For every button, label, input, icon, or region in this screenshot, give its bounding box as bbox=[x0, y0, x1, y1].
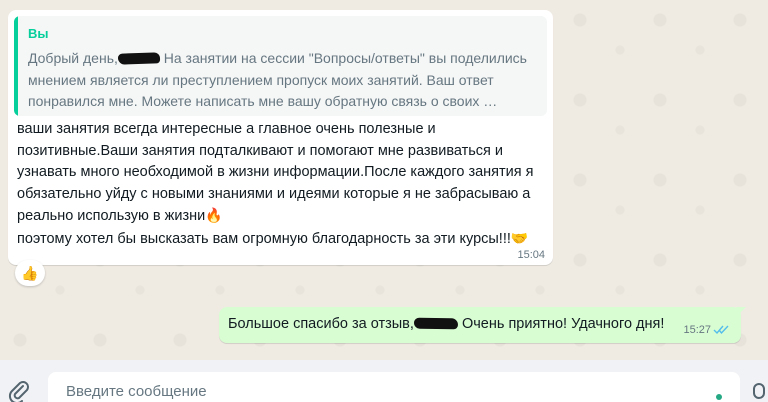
quote-text: Добрый день, На занятии на сессии "Вопро… bbox=[28, 48, 538, 113]
message-line: реально использую в жизни bbox=[17, 208, 206, 224]
message-line: узнавать много необходимой в жизни инфор… bbox=[17, 164, 534, 180]
message-line: позитивные.Ваши занятия подталкивают и п… bbox=[17, 142, 504, 159]
quote-author: Вы bbox=[28, 26, 49, 41]
quote-line-1-end: На занятии на сессии "Вопросы/ответы" вы… bbox=[159, 50, 527, 66]
paperclip-icon[interactable] bbox=[6, 378, 32, 402]
message-time: 15:04 bbox=[517, 249, 545, 261]
thumbs-up-icon: 👍 bbox=[21, 264, 39, 281]
incoming-message[interactable]: Вы Добрый день, На занятии на сессии "Во… bbox=[8, 10, 553, 265]
message-line: поэтому хотел бы высказать вам огромную … bbox=[17, 230, 511, 247]
outgoing-text: Большое спасибо за отзыв, Очень приятно!… bbox=[228, 316, 664, 332]
outgoing-text-start: Большое спасибо за отзыв, bbox=[228, 316, 414, 332]
message-line: ваши занятия всегда интересные а главное… bbox=[17, 121, 436, 137]
outgoing-message[interactable]: Большое спасибо за отзыв, Очень приятно!… bbox=[219, 307, 741, 343]
quote-line-1-start: Добрый день, bbox=[28, 50, 118, 66]
microphone-icon[interactable] bbox=[750, 378, 768, 402]
message-input-placeholder: Введите сообщение bbox=[66, 383, 207, 400]
message-body: ваши занятия всегда интересные а главное… bbox=[17, 119, 547, 250]
quote-line-3: понравился мне. Можете написать мне вашу… bbox=[28, 93, 498, 109]
quote-line-2: мнением является ли преступлением пропус… bbox=[28, 71, 494, 88]
message-time: 15:27 bbox=[683, 324, 711, 336]
message-input[interactable]: Введите сообщение bbox=[48, 372, 740, 402]
handshake-icon: 🤝 bbox=[510, 229, 529, 246]
fire-icon: 🔥 bbox=[205, 207, 223, 223]
bubble-tail bbox=[736, 307, 746, 317]
quote-accent-bar bbox=[14, 16, 18, 116]
quoted-message[interactable]: Вы Добрый день, На занятии на сессии "Во… bbox=[14, 16, 547, 116]
status-dot bbox=[716, 394, 722, 400]
redacted-name bbox=[117, 52, 161, 65]
message-line: обязательно уйду с новыми знаниями и иде… bbox=[17, 185, 531, 202]
composer-bar: Введите сообщение bbox=[0, 360, 768, 402]
double-check-icon bbox=[713, 325, 729, 335]
outgoing-text-end: Очень приятно! Удачного дня! bbox=[457, 316, 665, 332]
reaction-badge[interactable]: 👍 bbox=[15, 260, 45, 286]
redacted-name bbox=[413, 317, 459, 330]
